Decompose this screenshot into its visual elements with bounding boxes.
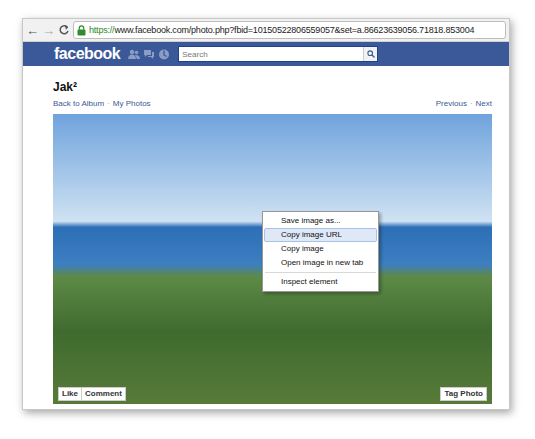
nav-separator: ·: [470, 98, 473, 110]
search-button[interactable]: [363, 47, 377, 61]
like-button[interactable]: Like: [59, 388, 82, 400]
menu-item[interactable]: Copy image URL: [264, 228, 377, 242]
friend-requests-icon[interactable]: [128, 49, 140, 60]
url-scheme: https://: [89, 25, 114, 35]
nav-link[interactable]: Previous: [436, 98, 467, 110]
menu-separator: [265, 272, 376, 273]
context-menu: Save image as...Copy image URLCopy image…: [262, 211, 379, 292]
menu-item[interactable]: Open image in new tab: [264, 256, 377, 270]
address-bar[interactable]: https://www.facebook.com/photo.php?fbid=…: [73, 21, 506, 39]
tag-photo-button[interactable]: Tag Photo: [440, 387, 487, 401]
menu-item[interactable]: Inspect element: [264, 275, 377, 289]
menu-item[interactable]: Save image as...: [264, 214, 377, 228]
lock-icon: [77, 25, 86, 36]
browser-window: ← → https://www.facebook.com/photo.php?f…: [22, 18, 510, 410]
comment-button[interactable]: Comment: [82, 388, 125, 400]
menu-item[interactable]: Copy image: [264, 242, 377, 256]
nav-separator: ·: [107, 98, 110, 110]
reload-icon[interactable]: [58, 24, 70, 36]
url-text: www.facebook.com/photo.php?fbid=10150522…: [114, 25, 474, 35]
messages-icon[interactable]: [143, 49, 155, 60]
search-input[interactable]: [179, 47, 363, 61]
photo[interactable]: Save image as...Copy image URLCopy image…: [53, 114, 492, 404]
notifications-icon[interactable]: [158, 49, 170, 60]
search-box: [178, 46, 378, 62]
browser-toolbar: ← → https://www.facebook.com/photo.php?f…: [23, 19, 509, 42]
nav-link[interactable]: Next: [476, 98, 492, 110]
album-nav: Back to Album·My Photos: [53, 98, 151, 110]
facebook-header: facebook: [23, 42, 509, 66]
back-button[interactable]: ←: [26, 24, 39, 37]
photo-pager: Previous·Next: [436, 98, 492, 110]
nav-link[interactable]: My Photos: [113, 98, 151, 110]
photo-title: Jak²: [53, 79, 492, 95]
facebook-logo[interactable]: facebook: [54, 46, 120, 62]
search-icon: [367, 50, 375, 58]
nav-link[interactable]: Back to Album: [53, 98, 104, 110]
forward-button[interactable]: →: [42, 24, 55, 37]
